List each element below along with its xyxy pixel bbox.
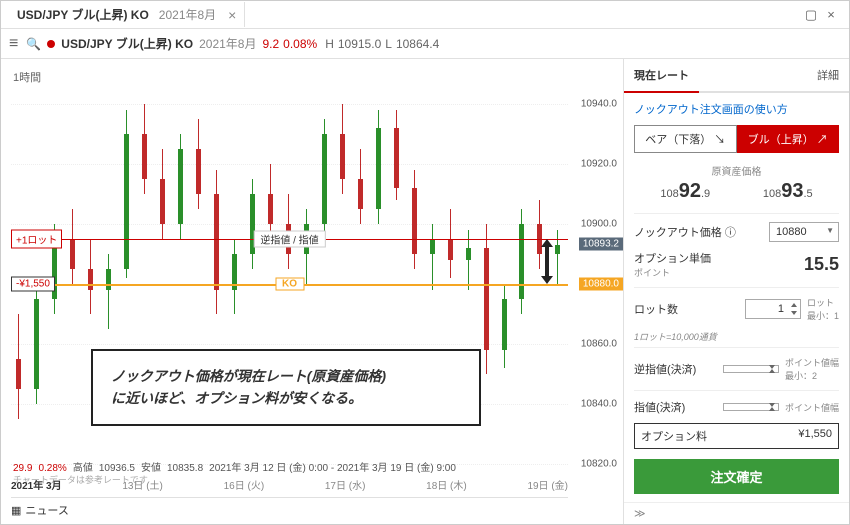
stop-input[interactable] — [723, 365, 779, 373]
news-label: ニュース — [25, 502, 68, 518]
app-window: USD/JPY ブル(上昇) KO 2021年8月 × ▢ × ≡ 🔍 USD/… — [0, 0, 850, 525]
search-icon[interactable]: 🔍 — [26, 37, 41, 51]
timeframe-label: 1時間 — [13, 69, 41, 85]
lot-badge: +1ロット — [11, 230, 62, 249]
titlebar: USD/JPY ブル(上昇) KO 2021年8月 × ▢ × — [1, 1, 849, 29]
ask-price[interactable]: 10893.5 — [763, 180, 813, 203]
toolbar-expiry: 2021年8月 — [199, 35, 256, 52]
arrow-down-icon: ↘ — [714, 134, 725, 146]
stop-label: 逆指値(決済) — [634, 361, 717, 377]
direction-segment: ベア（下落） ↘ ブル（上昇） ↗ — [634, 125, 839, 153]
high-value: 10915.0 — [338, 37, 381, 51]
stat-lo: 10835.8 — [167, 463, 203, 474]
tab-current-rate[interactable]: 現在レート — [624, 59, 699, 93]
range-arrow-icon — [538, 239, 556, 284]
annotation-callout: ノックアウト価格が現在レート(原資産価格) に近いほど、オプション料が安くなる。 — [91, 349, 481, 426]
maximize-icon[interactable]: ▢ — [801, 7, 821, 23]
pager-next-icon[interactable]: ≫ — [624, 502, 849, 524]
info-icon[interactable]: ⓘ — [725, 227, 736, 239]
change-pct: 0.08% — [283, 37, 317, 51]
ko-price-tag: 10880.0 — [579, 278, 623, 291]
help-link[interactable]: ノックアウト注文画面の使い方 — [634, 101, 839, 117]
x-axis: 2021年 3月 13日 (土) 16日 (火) 17日 (水) 18日 (木)… — [11, 474, 568, 494]
y-tick: 10840.0 — [581, 399, 617, 410]
toolbar: ≡ 🔍 USD/JPY ブル(上昇) KO 2021年8月 9.2 0.08% … — [1, 29, 849, 59]
stat-hi-label: 高値 — [73, 459, 93, 474]
stop-limit-line-label: 逆指値 / 指値 — [253, 231, 325, 248]
close-window-icon[interactable]: × — [821, 7, 841, 22]
loss-badge: -¥1,550 — [11, 277, 55, 292]
ko-price-select[interactable]: 10880 — [769, 222, 839, 242]
x-tick: 13日 (土) — [122, 477, 163, 492]
price-quotes: 10892.9 10893.5 — [634, 180, 839, 203]
option-fee-label: オプション料 — [641, 428, 707, 444]
lots-note: 1ロット=10,000通貨 — [634, 330, 839, 343]
lots-label: ロット数 — [634, 301, 739, 317]
x-month: 2021年 3月 — [11, 477, 62, 492]
unit-price-label: オプション単価 — [634, 250, 711, 266]
x-tick: 16日 (火) — [224, 477, 265, 492]
callout-line2: に近いほど、オプション料が安くなる。 — [111, 387, 461, 409]
lots-input[interactable]: 1 — [745, 299, 801, 319]
callout-line1: ノックアウト価格が現在レート(原資産価格) — [111, 365, 461, 387]
arrow-up-icon: ↗ — [817, 134, 828, 146]
y-tick: 10820.0 — [581, 459, 617, 470]
tab-expiry: 2021年8月 — [159, 6, 216, 23]
change-value: 9.2 — [262, 37, 279, 51]
y-tick: 10860.0 — [581, 339, 617, 350]
menu-icon[interactable]: ≡ — [9, 35, 18, 53]
stat-range: 2021年 3月 12 日 (金) 0:00 - 2021年 3月 19 日 (… — [209, 459, 456, 474]
stats-bar: 29.9 0.28% 高値 10936.5 安値 10835.8 2021年 3… — [13, 459, 456, 474]
limit-pt: ポイント値幅 — [785, 401, 839, 414]
chart-area[interactable]: 1時間 +1ロット 逆指値 / 指値 KO -¥1,550 10940.0 10920.… — [1, 59, 624, 524]
high-label: H — [325, 37, 334, 51]
bid-price[interactable]: 10892.9 — [660, 180, 710, 203]
news-icon: ▦ — [11, 504, 21, 517]
option-fee-row: オプション料 ¥1,550 — [634, 423, 839, 449]
limit-label: 指値(決済) — [634, 399, 717, 415]
underlying-price-label: 原資産価格 — [634, 163, 839, 178]
ko-line-label: KO — [275, 278, 304, 291]
close-tab-icon[interactable]: × — [228, 7, 236, 23]
window-tab[interactable]: USD/JPY ブル(上昇) KO 2021年8月 × — [9, 2, 245, 27]
confirm-order-button[interactable]: 注文確定 — [634, 459, 839, 494]
live-dot-icon — [47, 40, 55, 48]
bull-button[interactable]: ブル（上昇） ↗ — [737, 125, 840, 153]
stop-pt: ポイント値幅 最小：2 — [785, 356, 839, 382]
low-label: L — [385, 37, 392, 51]
y-tick: 10920.0 — [581, 159, 617, 170]
unit-price-sub: ポイント — [634, 266, 711, 279]
ko-price-label: ノックアウト価格 ⓘ — [634, 224, 763, 240]
x-tick: 19日 (金) — [527, 477, 568, 492]
option-fee-value: ¥1,550 — [798, 428, 832, 444]
x-tick: 17日 (水) — [325, 477, 366, 492]
low-value: 10864.4 — [396, 37, 439, 51]
tab-detail[interactable]: 詳細 — [807, 59, 849, 91]
bear-button[interactable]: ベア（下落） ↘ — [634, 125, 737, 153]
y-tick: 10940.0 — [581, 99, 617, 110]
y-tick: 10900.0 — [581, 219, 617, 230]
y-axis: 10940.0 10920.0 10900.0 10880.0 10860.0 10840… — [568, 89, 623, 464]
toolbar-symbol: USD/JPY ブル(上昇) KO — [61, 35, 193, 52]
unit-price-value: 15.5 — [717, 254, 839, 275]
tab-symbol: USD/JPY ブル(上昇) KO — [17, 6, 149, 23]
limit-input[interactable] — [723, 403, 779, 411]
lots-min: ロット 最小：1 — [807, 296, 839, 322]
x-tick: 18日 (木) — [426, 477, 467, 492]
stat-lo-label: 安値 — [141, 459, 161, 474]
order-panel: 現在レート 詳細 ノックアウト注文画面の使い方 ベア（下落） ↘ ブル（上昇） … — [624, 59, 849, 524]
news-bar[interactable]: ▦ ニュース — [11, 497, 568, 518]
current-price-tag: 10893.2 — [579, 238, 623, 251]
